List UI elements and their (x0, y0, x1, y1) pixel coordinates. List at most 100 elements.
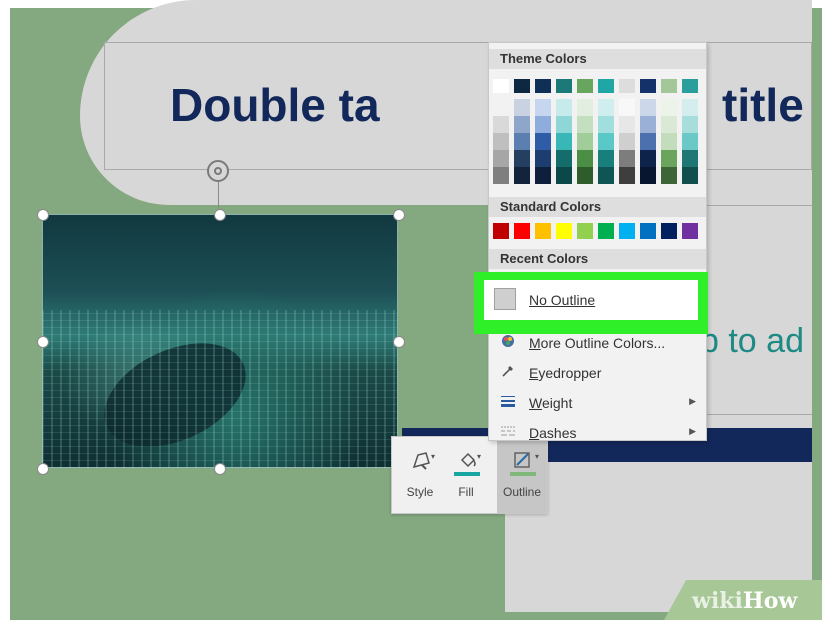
theme-color-swatch[interactable] (514, 150, 530, 167)
dashes-item[interactable]: Dashes ▶ (489, 419, 706, 447)
theme-color-swatch[interactable] (535, 167, 551, 184)
standard-color-swatch[interactable] (640, 223, 656, 239)
theme-color-swatch[interactable] (682, 99, 698, 116)
recent-colors-heading: Recent Colors (489, 249, 706, 269)
theme-color-swatch[interactable] (556, 150, 572, 167)
theme-color-swatch[interactable] (619, 116, 635, 133)
theme-color-swatch[interactable] (661, 99, 677, 116)
resize-handle-right[interactable] (393, 336, 405, 348)
theme-color-swatch[interactable] (577, 79, 593, 93)
theme-color-swatch[interactable] (640, 133, 656, 150)
theme-color-swatch[interactable] (577, 116, 593, 133)
standard-color-swatch[interactable] (661, 223, 677, 239)
theme-color-swatch[interactable] (535, 133, 551, 150)
theme-color-swatch[interactable] (598, 99, 614, 116)
resize-handle-bottom-left[interactable] (37, 463, 49, 475)
photo-city-lights (42, 310, 398, 468)
theme-color-swatch[interactable] (556, 99, 572, 116)
theme-color-swatch[interactable] (661, 79, 677, 93)
weight-item[interactable]: Weight ▶ (489, 389, 706, 417)
theme-color-swatch[interactable] (598, 116, 614, 133)
theme-color-swatch[interactable] (535, 99, 551, 116)
theme-color-swatch[interactable] (493, 99, 509, 116)
eyedropper-label: Eyedropper (529, 365, 602, 381)
theme-color-swatch[interactable] (556, 79, 572, 93)
fill-label: Fill (458, 485, 474, 499)
theme-color-swatch[interactable] (514, 99, 530, 116)
style-button[interactable]: ▾ Style (398, 437, 442, 513)
resize-handle-bottom[interactable] (214, 463, 226, 475)
theme-color-swatch[interactable] (640, 99, 656, 116)
no-outline-item[interactable]: No Outline (484, 280, 698, 320)
theme-color-swatch[interactable] (640, 167, 656, 184)
fill-color-bar (454, 472, 480, 476)
theme-color-swatch[interactable] (535, 79, 551, 93)
theme-color-swatch[interactable] (661, 116, 677, 133)
theme-color-swatch[interactable] (598, 133, 614, 150)
fill-button[interactable]: ▾ Fill (444, 437, 488, 513)
style-label: Style (406, 485, 434, 499)
theme-colors-heading: Theme Colors (489, 49, 706, 69)
standard-color-swatch[interactable] (682, 223, 698, 239)
standard-color-swatch[interactable] (619, 223, 635, 239)
theme-color-swatch[interactable] (577, 99, 593, 116)
theme-color-swatch[interactable] (514, 116, 530, 133)
theme-color-swatch[interactable] (682, 116, 698, 133)
theme-color-swatch[interactable] (577, 133, 593, 150)
theme-color-swatch[interactable] (577, 167, 593, 184)
pen-outline-icon (513, 451, 531, 469)
theme-color-swatch[interactable] (514, 133, 530, 150)
chevron-down-icon: ▾ (535, 452, 540, 461)
resize-handle-top-right[interactable] (393, 209, 405, 221)
theme-color-swatch[interactable] (493, 79, 509, 93)
theme-color-swatch[interactable] (535, 116, 551, 133)
color-wheel-icon (499, 334, 517, 352)
theme-color-swatch[interactable] (598, 150, 614, 167)
no-outline-label: No Outline (529, 292, 596, 308)
theme-color-swatch[interactable] (577, 150, 593, 167)
resize-handle-top[interactable] (214, 209, 226, 221)
theme-color-swatch[interactable] (640, 116, 656, 133)
theme-color-swatch[interactable] (598, 167, 614, 184)
standard-color-swatch[interactable] (535, 223, 551, 239)
standard-color-swatch[interactable] (493, 223, 509, 239)
theme-color-swatch[interactable] (556, 167, 572, 184)
standard-color-swatch[interactable] (598, 223, 614, 239)
standard-color-swatch[interactable] (577, 223, 593, 239)
theme-color-swatch[interactable] (493, 150, 509, 167)
resize-handle-top-left[interactable] (37, 209, 49, 221)
theme-color-swatch[interactable] (556, 133, 572, 150)
theme-color-swatch[interactable] (514, 167, 530, 184)
resize-handle-left[interactable] (37, 336, 49, 348)
outline-button[interactable]: ▾ Outline (497, 437, 547, 513)
theme-color-swatch[interactable] (619, 167, 635, 184)
theme-color-swatch[interactable] (619, 99, 635, 116)
standard-color-swatch[interactable] (514, 223, 530, 239)
theme-color-swatch[interactable] (493, 167, 509, 184)
paint-bucket-icon (458, 451, 476, 469)
theme-color-swatch[interactable] (514, 79, 530, 93)
theme-color-swatch[interactable] (535, 150, 551, 167)
subtitle-text: p to ad (700, 322, 804, 360)
theme-color-swatch[interactable] (598, 79, 614, 93)
theme-color-swatch[interactable] (640, 150, 656, 167)
theme-color-swatch[interactable] (661, 150, 677, 167)
eyedropper-item[interactable]: Eyedropper (489, 359, 706, 387)
theme-color-swatch[interactable] (661, 133, 677, 150)
standard-color-swatch[interactable] (556, 223, 572, 239)
rotate-handle-icon[interactable] (207, 160, 229, 182)
theme-color-swatch[interactable] (493, 133, 509, 150)
theme-color-swatch[interactable] (640, 79, 656, 93)
theme-color-swatch[interactable] (556, 116, 572, 133)
theme-color-swatch[interactable] (682, 79, 698, 93)
theme-color-swatch[interactable] (682, 167, 698, 184)
title-text: Double ta (170, 79, 380, 131)
outline-dropdown: Theme Colors Standard Colors Recent Colo… (488, 42, 707, 441)
theme-color-swatch[interactable] (682, 133, 698, 150)
theme-color-swatch[interactable] (493, 116, 509, 133)
theme-color-swatch[interactable] (661, 167, 677, 184)
theme-color-swatch[interactable] (619, 79, 635, 93)
theme-color-swatch[interactable] (619, 150, 635, 167)
theme-color-swatch[interactable] (619, 133, 635, 150)
theme-color-swatch[interactable] (682, 150, 698, 167)
